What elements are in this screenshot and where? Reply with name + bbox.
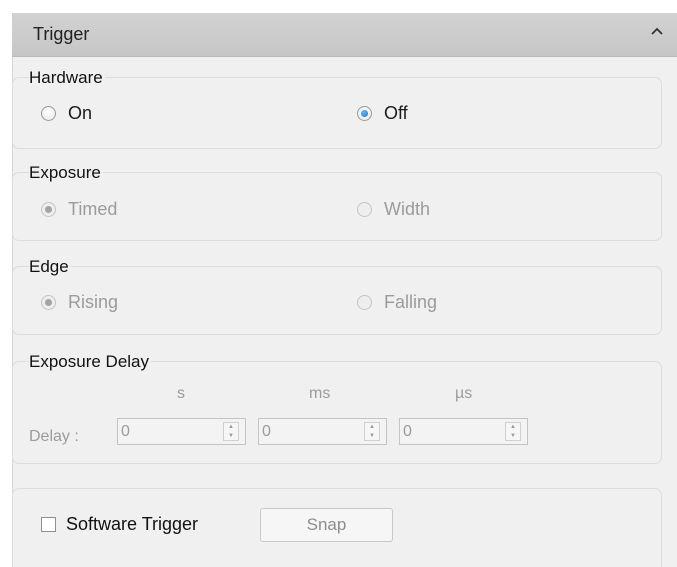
spin-arrows[interactable]: ▲ ▼ bbox=[505, 422, 521, 441]
edge-falling-label: Falling bbox=[384, 292, 438, 312]
snap-button[interactable]: Snap bbox=[260, 508, 393, 542]
hardware-off-label: Off bbox=[384, 103, 408, 123]
radio-circle bbox=[357, 295, 372, 310]
exposure-delay-group: Exposure Delay bbox=[12, 352, 662, 464]
microseconds-unit-label: µs bbox=[455, 385, 473, 402]
spin-down-icon[interactable]: ▼ bbox=[510, 433, 516, 440]
radio-circle bbox=[41, 106, 56, 121]
trigger-panel-header[interactable]: Trigger bbox=[12, 13, 677, 57]
radio-circle bbox=[357, 106, 372, 121]
software-trigger-label[interactable]: Software Trigger bbox=[66, 514, 198, 535]
delay-seconds-value: 0 bbox=[121, 423, 130, 440]
panel-title: Trigger bbox=[33, 24, 90, 44]
hardware-group: Hardware bbox=[12, 68, 662, 149]
hardware-on-radio[interactable]: On bbox=[41, 103, 92, 124]
exposure-delay-legend: Exposure Delay bbox=[29, 352, 152, 372]
radio-circle bbox=[41, 295, 56, 310]
spin-arrows[interactable]: ▲ ▼ bbox=[364, 422, 380, 441]
software-trigger-checkbox[interactable] bbox=[41, 517, 56, 532]
edge-legend: Edge bbox=[29, 257, 71, 277]
hardware-off-radio[interactable]: Off bbox=[357, 103, 408, 124]
edge-rising-label: Rising bbox=[68, 292, 119, 312]
exposure-width-radio[interactable]: Width bbox=[357, 199, 430, 220]
exposure-legend: Exposure bbox=[29, 163, 103, 183]
edge-rising-radio[interactable]: Rising bbox=[41, 292, 118, 313]
delay-milliseconds-spinbox[interactable]: 0 ▲ ▼ bbox=[258, 418, 387, 445]
radio-circle bbox=[41, 202, 56, 217]
delay-milliseconds-value: 0 bbox=[262, 423, 271, 440]
exposure-timed-radio[interactable]: Timed bbox=[41, 199, 117, 220]
delay-label: Delay : bbox=[29, 428, 79, 445]
exposure-width-label: Width bbox=[384, 199, 431, 219]
hardware-legend: Hardware bbox=[29, 68, 105, 88]
spin-down-icon[interactable]: ▼ bbox=[369, 433, 375, 440]
delay-seconds-spinbox[interactable]: 0 ▲ ▼ bbox=[117, 418, 246, 445]
spin-up-icon[interactable]: ▲ bbox=[369, 424, 375, 431]
spin-arrows[interactable]: ▲ ▼ bbox=[223, 422, 239, 441]
spin-up-icon[interactable]: ▲ bbox=[228, 424, 234, 431]
delay-microseconds-value: 0 bbox=[403, 423, 412, 440]
exposure-timed-label: Timed bbox=[68, 199, 118, 219]
seconds-unit-label: s bbox=[177, 385, 185, 402]
spin-up-icon[interactable]: ▲ bbox=[510, 424, 516, 431]
chevron-up-icon[interactable] bbox=[647, 21, 667, 41]
milliseconds-unit-label: ms bbox=[309, 385, 331, 402]
delay-microseconds-spinbox[interactable]: 0 ▲ ▼ bbox=[399, 418, 528, 445]
edge-falling-radio[interactable]: Falling bbox=[357, 292, 437, 313]
hardware-on-label: On bbox=[68, 103, 93, 123]
radio-circle bbox=[357, 202, 372, 217]
spin-down-icon[interactable]: ▼ bbox=[228, 433, 234, 440]
